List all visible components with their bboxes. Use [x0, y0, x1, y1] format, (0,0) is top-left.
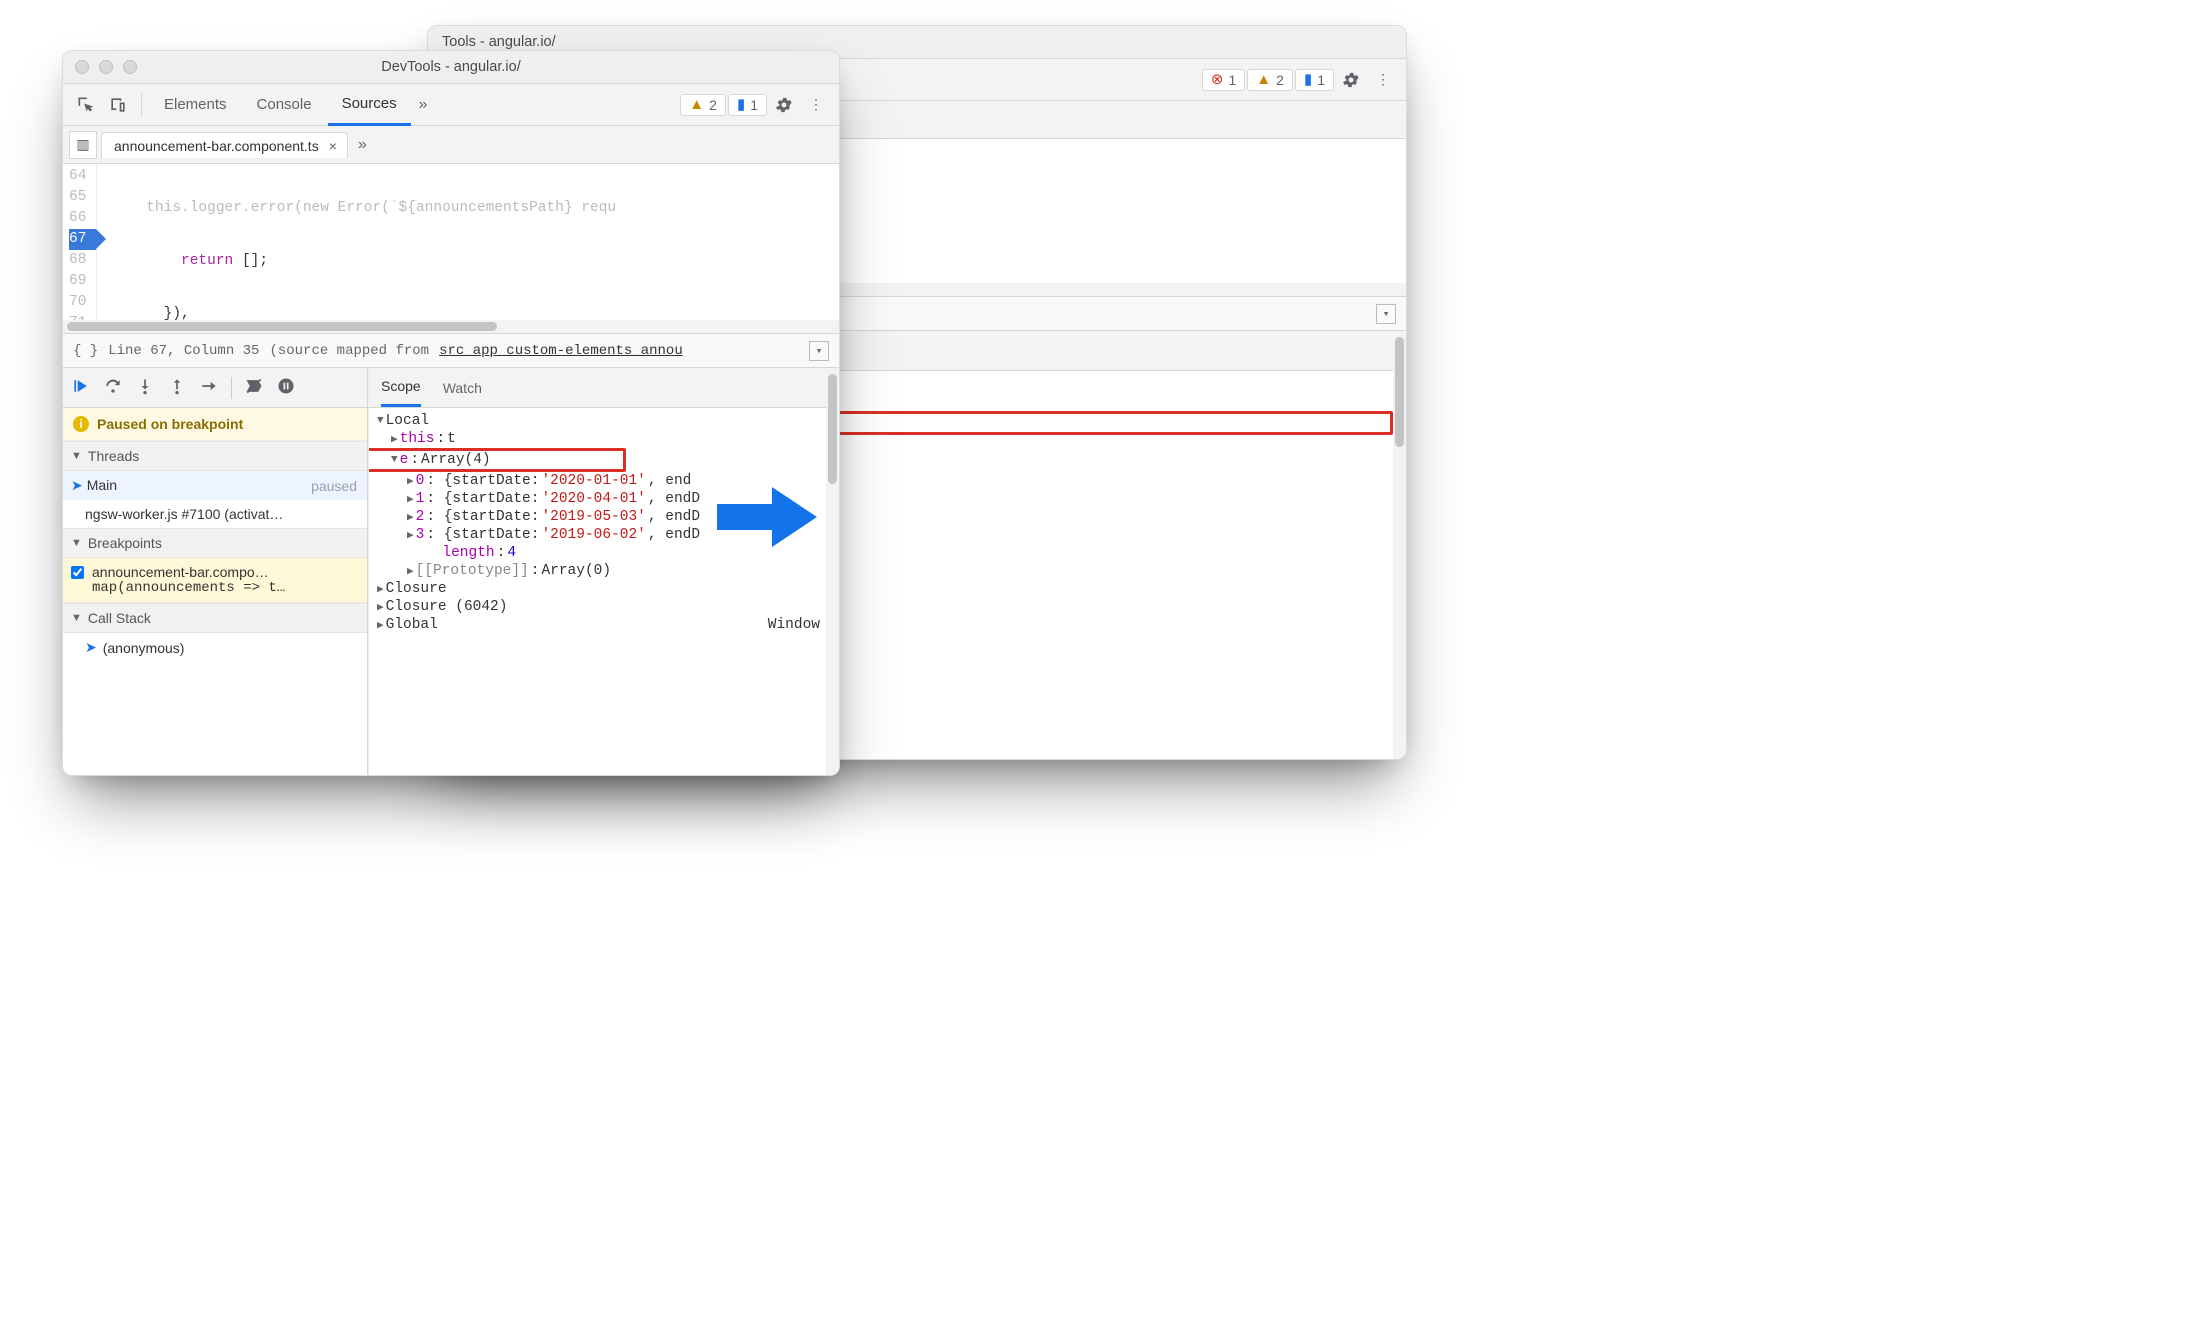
source-map-link[interactable]: src_app_custom-elements_annou	[439, 343, 683, 359]
breakpoint-checkbox[interactable]	[71, 566, 84, 579]
pretty-print-icon[interactable]: { }	[73, 343, 98, 359]
tab-console[interactable]: Console	[243, 84, 326, 125]
vertical-scrollbar[interactable]	[1393, 331, 1406, 759]
breakpoints-header[interactable]: ▼Breakpoints	[63, 528, 367, 558]
file-tabs-overflow-icon[interactable]: »	[352, 136, 373, 154]
tab-scope[interactable]: Scope	[381, 368, 421, 407]
tabs-overflow-icon[interactable]: »	[413, 96, 434, 114]
file-tabs: ▥ announcement-bar.component.ts× »	[63, 126, 839, 164]
debugger-toolbar	[63, 368, 367, 408]
close-icon[interactable]: ×	[329, 138, 337, 154]
device-toggle-icon[interactable]	[103, 90, 133, 120]
navigator-toggle-icon[interactable]: ▥	[69, 131, 97, 159]
warnings-badge[interactable]: ▲2	[680, 94, 726, 116]
devtools-window-before: DevTools - angular.io/ Elements Console …	[62, 50, 840, 776]
titlebar: DevTools - angular.io/	[63, 51, 839, 84]
breakpoint-entry[interactable]: announcement-bar.compo… map(announcement…	[63, 558, 367, 603]
scope-this[interactable]: ▶this: t	[369, 430, 826, 448]
status-bar: { } Line 67, Column 35 (source mapped fr…	[63, 334, 839, 368]
messages-badge[interactable]: ▮1	[728, 94, 767, 116]
traffic-lights[interactable]	[75, 60, 137, 74]
tab-watch[interactable]: Watch	[443, 368, 482, 407]
kebab-icon[interactable]: ⋮	[801, 90, 831, 120]
resume-icon[interactable]	[71, 376, 91, 399]
cursor-position: Line 67, Column 35	[108, 343, 259, 359]
step-out-icon[interactable]	[167, 376, 187, 399]
tab-sources[interactable]: Sources	[328, 85, 411, 126]
kebab-icon[interactable]: ⋮	[1368, 65, 1398, 95]
settings-icon[interactable]	[1336, 65, 1366, 95]
paused-banner: i Paused on breakpoint	[63, 408, 367, 441]
settings-icon[interactable]	[769, 90, 799, 120]
step-into-icon[interactable]	[135, 376, 155, 399]
window-title: DevTools - angular.io/	[381, 59, 520, 75]
messages-badge[interactable]: ▮1	[1295, 69, 1334, 91]
info-icon: i	[73, 416, 89, 432]
scope-prototype[interactable]: ▶[[Prototype]]: Array(0)	[369, 562, 826, 580]
title-partial: Tools - angular.io/	[442, 34, 556, 50]
scope-panel: Scope Watch ▼Local ▶this: t ▼e: Array(4)…	[368, 368, 826, 775]
warnings-badge[interactable]: ▲2	[1247, 69, 1293, 91]
main-tabstrip: Elements Console Sources » ▲2 ▮1 ⋮	[63, 84, 839, 126]
deactivate-breakpoints-icon[interactable]	[244, 376, 264, 399]
inspect-icon[interactable]	[71, 90, 101, 120]
debugger-sidebar: i Paused on breakpoint ▼Threads ➤Mainpau…	[63, 368, 368, 775]
collapse-icon[interactable]: ▾	[809, 341, 829, 361]
scope-global[interactable]: ▶GlobalWindow	[369, 616, 826, 634]
step-over-icon[interactable]	[103, 376, 123, 399]
errors-badge[interactable]: ⊗1	[1202, 69, 1245, 91]
tab-elements[interactable]: Elements	[150, 84, 241, 125]
pause-exceptions-icon[interactable]	[276, 376, 296, 399]
comparison-arrow-icon	[712, 482, 822, 552]
code-editor[interactable]: 64 65 66 67 68 69 70 71 this.logger.erro…	[63, 164, 839, 334]
threads-header[interactable]: ▼Threads	[63, 441, 367, 471]
vertical-scrollbar[interactable]	[826, 368, 839, 775]
scope-e-array[interactable]: ▼e: Array(4)	[369, 448, 626, 472]
horizontal-scrollbar[interactable]	[63, 320, 839, 333]
callstack-frame[interactable]: ➤(anonymous)	[63, 633, 367, 662]
callstack-header[interactable]: ▼Call Stack	[63, 603, 367, 633]
thread-worker[interactable]: ngsw-worker.js #7100 (activat…	[63, 500, 367, 528]
step-icon[interactable]	[199, 376, 219, 399]
file-tab-announcement[interactable]: announcement-bar.component.ts×	[101, 132, 348, 158]
line-gutter[interactable]: 64 65 66 67 68 69 70 71	[63, 164, 97, 334]
thread-main[interactable]: ➤Mainpaused	[63, 471, 367, 500]
collapse-icon[interactable]: ▾	[1376, 304, 1396, 324]
